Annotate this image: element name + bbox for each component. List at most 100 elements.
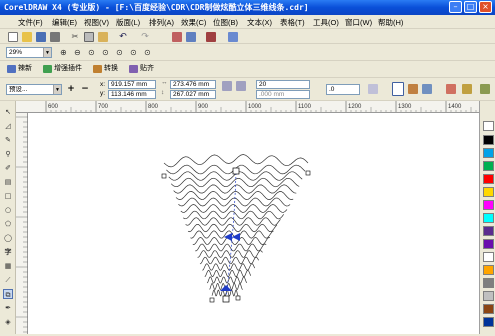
freehand-tool-icon[interactable]: ✐ — [3, 163, 13, 173]
dimension-tool-icon[interactable]: ⟋ — [3, 275, 13, 285]
menu-arrange[interactable]: 排列(A) — [149, 17, 174, 28]
blend-direction-icon[interactable] — [236, 81, 246, 91]
undo-icon[interactable]: ↶ — [118, 32, 128, 42]
rectangle-tool-icon[interactable]: □ — [3, 191, 13, 201]
no-color-swatch[interactable] — [483, 121, 494, 131]
color-swatch[interactable] — [483, 200, 494, 210]
color-swatch[interactable] — [483, 278, 494, 288]
acceleration-arrow-icon[interactable] — [224, 233, 240, 241]
blend-angle-field[interactable]: .0 — [326, 84, 360, 95]
acceleration-icon[interactable] — [462, 84, 472, 94]
width-field[interactable]: 273.476 mm — [170, 80, 216, 89]
outline-tool-icon[interactable]: ◈ — [3, 317, 13, 327]
color-swatch[interactable] — [483, 291, 494, 301]
polygon-tool-icon[interactable]: ⬠ — [3, 219, 13, 229]
blend-artwork[interactable] — [28, 113, 479, 334]
select-tool-icon[interactable]: ↖ — [3, 107, 13, 117]
cut-icon[interactable]: ✂ — [70, 32, 80, 42]
tab-plugin-new[interactable]: 辣新 — [6, 63, 32, 75]
color-swatch[interactable] — [483, 135, 494, 145]
copy-icon[interactable] — [84, 32, 94, 42]
zoom-all-icon[interactable]: ⊙ — [102, 48, 112, 58]
blend-spacing-field[interactable]: .000 mm — [256, 90, 310, 99]
ellipse-tool-icon[interactable]: ○ — [3, 205, 13, 215]
color-swatch[interactable] — [483, 148, 494, 158]
menu-help[interactable]: 帮助(H) — [378, 17, 403, 28]
color-swatch[interactable] — [483, 226, 494, 236]
preset-select[interactable]: 预设... ▼ — [6, 84, 62, 95]
more-options-icon[interactable] — [480, 84, 490, 94]
redo-icon[interactable]: ↷ — [140, 32, 150, 42]
color-swatch[interactable] — [483, 239, 494, 249]
lock-ratio-icon[interactable] — [222, 81, 232, 91]
zoom-page-icon[interactable]: ⊙ — [116, 48, 126, 58]
new-icon[interactable] — [8, 32, 18, 42]
color-swatch[interactable] — [483, 213, 494, 223]
color-swatch[interactable] — [483, 265, 494, 275]
vertical-ruler[interactable] — [16, 113, 28, 334]
blend-tool-icon[interactable]: ⧉ — [3, 289, 13, 299]
zoom-selected-icon[interactable]: ⊙ — [88, 48, 98, 58]
drawing-canvas[interactable] — [28, 113, 479, 334]
menu-text[interactable]: 文本(X) — [247, 17, 272, 28]
x-position-field[interactable]: 919.157 mm — [108, 80, 156, 89]
minimize-button[interactable]: – — [449, 1, 462, 13]
selection-handle[interactable] — [161, 173, 167, 179]
zoom-height-icon[interactable]: ⊙ — [144, 48, 154, 58]
shape-tool-icon[interactable]: ◿ — [3, 121, 13, 131]
maximize-button[interactable]: □ — [464, 1, 477, 13]
color-swatch[interactable] — [483, 317, 494, 327]
menu-tools[interactable]: 工具(O) — [313, 17, 339, 28]
tab-convert[interactable]: 转换 — [92, 63, 118, 75]
menu-window[interactable]: 窗口(W) — [345, 17, 372, 28]
loop-blend-icon[interactable] — [368, 84, 378, 94]
crop-tool-icon[interactable]: ✎ — [3, 135, 13, 145]
eyedropper-tool-icon[interactable]: ✒ — [3, 303, 13, 313]
text-tool-icon[interactable]: 字 — [3, 247, 13, 257]
print-icon[interactable] — [50, 32, 60, 42]
welcome-screen-icon[interactable] — [228, 32, 238, 42]
smart-fill-icon[interactable]: ▤ — [3, 177, 13, 187]
color-swatch[interactable] — [483, 304, 494, 314]
open-icon[interactable] — [22, 32, 32, 42]
close-button[interactable]: × — [479, 1, 492, 13]
app-launcher-icon[interactable] — [206, 32, 216, 42]
zoom-width-icon[interactable]: ⊙ — [130, 48, 140, 58]
selection-handle[interactable] — [235, 295, 241, 301]
remove-preset-icon[interactable]: − — [80, 84, 90, 94]
height-field[interactable]: 267.027 mm — [170, 90, 216, 99]
tab-enhance-plugin[interactable]: 增强插件 — [42, 63, 82, 75]
add-preset-icon[interactable]: + — [66, 84, 76, 94]
counterclockwise-blend-icon[interactable] — [422, 84, 432, 94]
color-swatch[interactable] — [483, 174, 494, 184]
y-position-field[interactable]: 113.146 mm — [108, 90, 156, 99]
import-icon[interactable] — [172, 32, 182, 42]
save-icon[interactable] — [36, 32, 46, 42]
menu-effects[interactable]: 效果(C) — [181, 17, 206, 28]
color-swatch[interactable] — [483, 252, 494, 262]
menu-edit[interactable]: 编辑(E) — [52, 17, 77, 28]
horizontal-ruler[interactable]: 600 700 800 900 1000 1100 1200 1300 1400 — [16, 101, 479, 113]
zoom-tool-icon[interactable]: ⚲ — [3, 149, 13, 159]
object-color-icon[interactable] — [446, 84, 456, 94]
menu-view[interactable]: 视图(V) — [84, 17, 109, 28]
paste-icon[interactable] — [98, 32, 108, 42]
direct-blend-icon[interactable] — [392, 82, 404, 96]
zoom-level-select[interactable]: 29% ▼ — [6, 47, 52, 58]
blend-end-handle[interactable] — [222, 295, 230, 303]
menu-bitmaps[interactable]: 位图(B) — [213, 17, 238, 28]
menu-table[interactable]: 表格(T) — [280, 17, 305, 28]
menu-file[interactable]: 文件(F) — [18, 17, 43, 28]
zoom-in-icon[interactable]: ⊕ — [60, 48, 70, 58]
color-swatch[interactable] — [483, 161, 494, 171]
color-swatch[interactable] — [483, 187, 494, 197]
blend-steps-field[interactable]: 20 — [256, 80, 310, 89]
menu-layout[interactable]: 版面(L) — [116, 17, 140, 28]
zoom-out-icon[interactable]: ⊖ — [74, 48, 84, 58]
basic-shapes-icon[interactable]: ◯ — [3, 233, 13, 243]
blend-start-handle[interactable] — [232, 167, 240, 175]
selection-handle[interactable] — [305, 170, 311, 176]
clockwise-blend-icon[interactable] — [408, 84, 418, 94]
tab-snap[interactable]: 贴齐 — [128, 63, 154, 75]
selection-handle[interactable] — [209, 297, 215, 303]
